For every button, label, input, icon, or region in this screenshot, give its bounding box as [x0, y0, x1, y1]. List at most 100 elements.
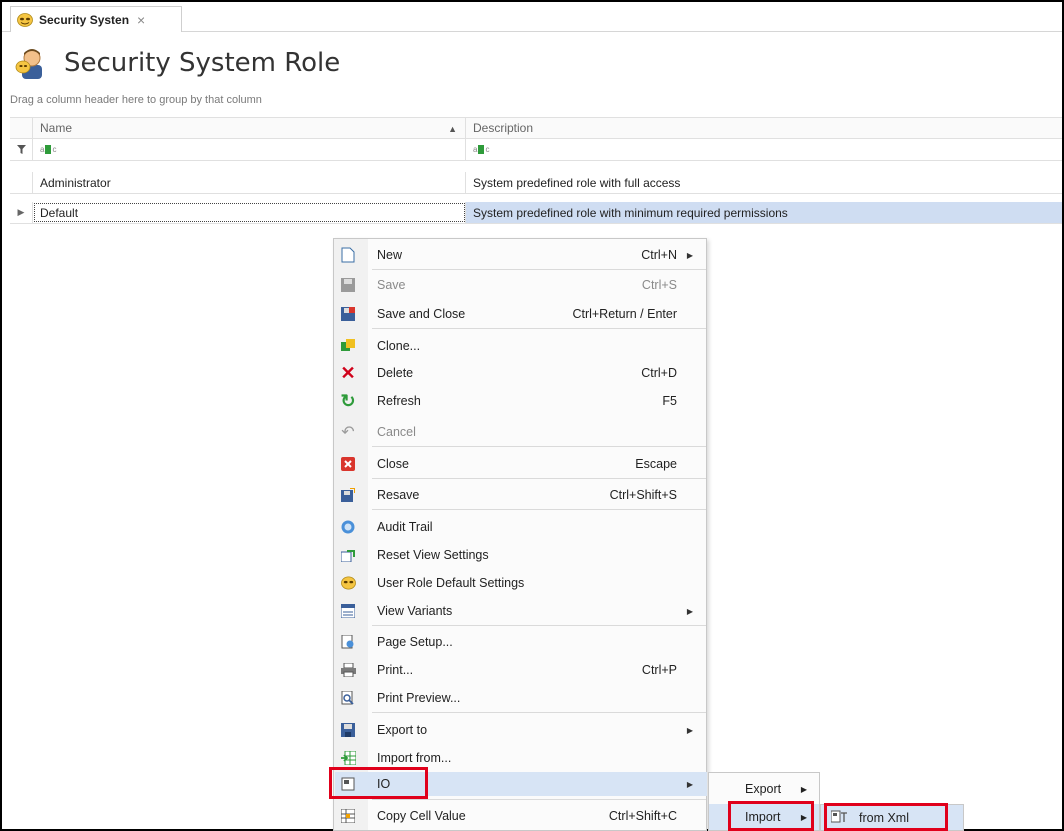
sort-ascending-icon: ▲ — [448, 124, 457, 134]
role-icon — [15, 49, 42, 79]
from-xml-highlight-frame — [824, 803, 948, 831]
abc-filter-icon: ac — [40, 145, 57, 154]
menu-item-shortcut: Ctrl+Return / Enter — [572, 307, 677, 321]
menu-item-label: Reset View Settings — [377, 548, 489, 562]
menu-item-clone[interactable]: Clone... — [335, 334, 707, 358]
print-icon — [340, 662, 356, 678]
table-row[interactable]: Administrator System predefined role wit… — [10, 172, 1062, 194]
menu-item-cancel[interactable]: ↶ Cancel — [335, 420, 707, 444]
column-header-description[interactable]: Description — [466, 118, 1062, 138]
column-header-name-label: Name — [40, 121, 73, 135]
group-by-panel[interactable]: Drag a column header here to group by th… — [10, 94, 262, 106]
column-header-name[interactable]: Name ▲ — [33, 118, 466, 138]
import-icon — [340, 750, 356, 766]
menu-item-label: Import from... — [377, 751, 452, 765]
cancel-icon: ↶ — [341, 424, 355, 441]
mask-icon — [17, 12, 33, 27]
menu-item-label: Delete — [377, 366, 414, 380]
submenu-item-export[interactable]: Export ▶ — [709, 776, 819, 802]
submenu-arrow-icon: ▶ — [686, 725, 693, 735]
print-preview-icon — [340, 690, 356, 706]
view-header: Security System Role — [14, 40, 340, 86]
view-variants-icon — [340, 603, 356, 619]
menu-item-refresh[interactable]: ↻ Refresh F5 — [335, 389, 707, 413]
context-menu: New Ctrl+N ▶ Save Ctrl+S Save and Close … — [333, 238, 707, 831]
menu-item-save-and-close[interactable]: Save and Close Ctrl+Return / Enter — [335, 302, 707, 326]
filter-row: ac ac — [10, 139, 1062, 161]
page-setup-icon — [340, 634, 356, 650]
import-highlight-frame — [728, 801, 814, 831]
menu-separator — [372, 509, 706, 510]
refresh-icon: ↻ — [340, 390, 356, 411]
description-filter-cell[interactable]: ac — [466, 139, 1062, 160]
row-indicator-header — [10, 118, 33, 138]
cell-description[interactable]: System predefined role with full access — [466, 172, 1062, 193]
menu-item-label: Copy Cell Value — [377, 809, 466, 823]
menu-item-view-variants[interactable]: View Variants ▶ — [335, 599, 707, 623]
row-indicator — [10, 172, 33, 193]
cell-description[interactable]: System predefined role with minimum requ… — [466, 202, 1062, 223]
menu-item-copy-cell-value[interactable]: Copy Cell Value Ctrl+Shift+C — [335, 804, 707, 828]
menu-item-label: Resave — [377, 488, 420, 502]
menu-item-label: Export to — [377, 723, 428, 737]
menu-item-shortcut: Ctrl+Shift+S — [609, 488, 677, 502]
menu-item-new[interactable]: New Ctrl+N ▶ — [335, 243, 707, 267]
column-header-description-label: Description — [473, 121, 534, 135]
menu-item-audit-trail[interactable]: Audit Trail — [335, 515, 707, 539]
row-indicator-arrow-icon: ▶ — [10, 202, 33, 223]
submenu-arrow-icon: ▶ — [686, 779, 693, 789]
tab-strip: Security Systen × — [2, 2, 1062, 32]
menu-item-shortcut: Ctrl+S — [641, 278, 677, 292]
menu-item-label: Save and Close — [377, 307, 466, 321]
menu-item-shortcut: Ctrl+N — [641, 248, 677, 262]
menu-item-reset-view-settings[interactable]: Reset View Settings — [335, 543, 707, 567]
menu-item-user-role-default-settings[interactable]: User Role Default Settings — [335, 571, 707, 595]
submenu-item-label: Export — [745, 782, 782, 796]
close-icon — [340, 456, 356, 472]
save-icon — [340, 277, 356, 293]
page-title: Security System Role — [64, 48, 341, 78]
menu-item-shortcut: Ctrl+P — [641, 663, 677, 677]
menu-item-print[interactable]: Print... Ctrl+P — [335, 658, 707, 682]
menu-item-print-preview[interactable]: Print Preview... — [335, 686, 707, 710]
menu-item-export-to[interactable]: Export to ▶ — [335, 718, 707, 742]
resave-icon — [340, 487, 356, 503]
cell-name[interactable]: Default — [33, 202, 466, 223]
audit-icon — [340, 519, 356, 535]
menu-separator — [372, 446, 706, 447]
save-close-icon — [340, 306, 356, 322]
menu-item-save[interactable]: Save Ctrl+S — [335, 273, 707, 297]
tab-close-icon[interactable]: × — [137, 12, 145, 28]
tab-security-system[interactable]: Security Systen × — [10, 6, 182, 32]
menu-item-label: View Variants — [377, 604, 453, 618]
menu-item-close[interactable]: Close Escape — [335, 452, 707, 476]
menu-separator — [372, 328, 706, 329]
menu-item-label: Cancel — [377, 425, 416, 439]
menu-item-page-setup[interactable]: Page Setup... — [335, 630, 707, 654]
menu-item-label: Clone... — [377, 339, 421, 353]
grid-header-row: Name ▲ Description — [10, 117, 1062, 139]
menu-item-resave[interactable]: Resave Ctrl+Shift+S — [335, 483, 707, 507]
table-row[interactable]: ▶ Default System predefined role with mi… — [10, 202, 1062, 224]
menu-item-label: Print Preview... — [377, 691, 461, 705]
menu-item-label: Print... — [377, 663, 414, 677]
menu-item-label: Page Setup... — [377, 635, 453, 649]
menu-item-label: Refresh — [377, 394, 421, 408]
export-icon — [340, 722, 356, 738]
menu-item-shortcut: Ctrl+Shift+C — [608, 809, 677, 823]
menu-item-shortcut: Escape — [635, 457, 677, 471]
name-filter-cell[interactable]: ac — [33, 139, 466, 160]
clone-icon — [340, 338, 356, 354]
menu-item-delete[interactable]: ✕ Delete Ctrl+D — [335, 361, 707, 385]
menu-item-label: Save — [377, 278, 406, 292]
copy-cell-icon — [340, 808, 356, 824]
submenu-arrow-icon: ▶ — [686, 606, 693, 616]
menu-item-label: User Role Default Settings — [377, 576, 525, 590]
tab-label: Security Systen — [39, 12, 130, 27]
abc-filter-icon: ac — [473, 145, 490, 154]
delete-icon: ✕ — [340, 362, 356, 383]
submenu-arrow-icon: ▶ — [800, 784, 807, 794]
menu-separator — [372, 269, 706, 270]
menu-item-label: Audit Trail — [377, 520, 433, 534]
cell-name[interactable]: Administrator — [33, 172, 466, 193]
